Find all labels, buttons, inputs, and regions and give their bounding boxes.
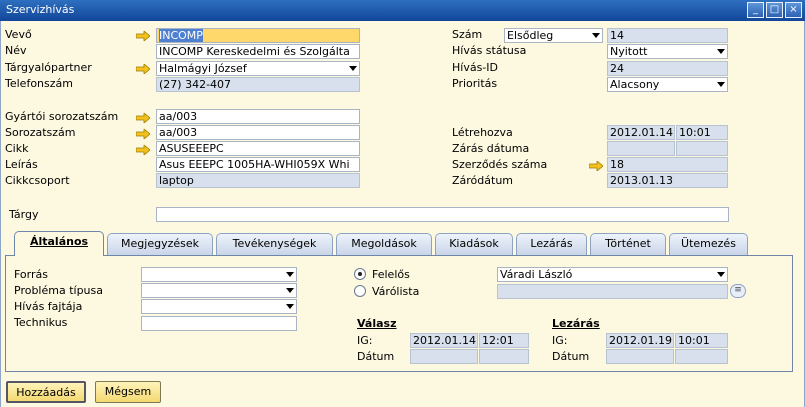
fajta-select[interactable] (141, 299, 297, 314)
szam-field[interactable]: 14 (607, 28, 728, 43)
link-arrow-icon[interactable] (136, 145, 150, 155)
targy-field[interactable] (156, 207, 729, 222)
sorozat-field[interactable]: aa/003 (156, 125, 360, 140)
list-icon[interactable]: ≡ (730, 284, 746, 298)
hivasid-label: Hívás-ID (452, 61, 498, 74)
telefon-label: Telefonszám (5, 77, 73, 90)
lezaras-ig-label: IG: (552, 334, 568, 347)
link-arrow-icon[interactable] (136, 64, 150, 74)
maximize-button[interactable]: □ (766, 2, 783, 18)
prioritas-select[interactable]: Alacsony (607, 77, 728, 92)
zaras-time[interactable] (676, 141, 728, 156)
szam-label: Szám (452, 28, 483, 41)
cikk-label: Cikk (5, 142, 29, 155)
statusz-label: Hívás státusa (452, 44, 527, 57)
chevron-down-icon (286, 288, 294, 293)
telefon-field[interactable]: (27) 342-407 (156, 77, 360, 92)
zaras-label: Zárás dátuma (452, 142, 530, 155)
link-arrow-icon[interactable] (589, 161, 603, 171)
nev-label: Név (5, 44, 27, 57)
chevron-down-icon (286, 272, 294, 277)
chevron-down-icon (592, 33, 600, 38)
gyartoi-field[interactable]: aa/003 (156, 109, 360, 124)
varolista-radio[interactable] (354, 285, 366, 297)
szerzodes-field[interactable]: 18 (607, 157, 728, 172)
chevron-down-icon (349, 66, 357, 71)
cancel-button[interactable]: Mégsem (95, 381, 161, 403)
vevo-field[interactable]: INCOMP (156, 28, 360, 43)
tab-megoldasok[interactable]: Megoldások (336, 233, 432, 255)
valasz-ig-time[interactable]: 12:01 (479, 333, 529, 348)
close-button[interactable]: × (785, 2, 802, 18)
tab-altalanos[interactable]: Általános (14, 231, 104, 256)
link-arrow-icon[interactable] (136, 129, 150, 139)
cikkcsoport-field[interactable]: laptop (156, 173, 360, 188)
forras-select[interactable] (141, 267, 297, 282)
chevron-down-icon (286, 304, 294, 309)
minimize-button[interactable]: _ (747, 2, 764, 18)
forras-label: Forrás (14, 268, 48, 281)
tab-utemezes[interactable]: Ütemezés (669, 233, 748, 255)
chevron-down-icon (717, 49, 725, 54)
tab-tevekenysegek[interactable]: Tevékenységek (216, 233, 333, 255)
lezaras-header: Lezárás (552, 317, 600, 330)
technikus-label: Technikus (14, 316, 68, 329)
add-button[interactable]: Hozzáadás (6, 381, 86, 403)
leiras-label: Leírás (5, 158, 38, 171)
hivasid-field[interactable]: 24 (607, 61, 728, 76)
tab-lezaras[interactable]: Lezárás (516, 233, 587, 255)
window-title: Szervizhívás (6, 3, 75, 16)
felelos-label: Felelős (372, 268, 410, 281)
zarodatum-label: Záródátum (452, 174, 514, 187)
cikkcsoport-label: Cikkcsoport (5, 174, 70, 187)
szam-series-select[interactable]: Elsődleg (504, 28, 603, 43)
letrehozva-time[interactable]: 10:01 (676, 125, 728, 140)
gyartoi-label: Gyártói sorozatszám (5, 110, 119, 123)
cikk-field[interactable]: ASUSEEEPC (156, 141, 360, 156)
vevo-label: Vevő (5, 28, 32, 41)
chevron-down-icon (717, 82, 725, 87)
tab-megjegyzesek[interactable]: Megjegyzések (107, 233, 213, 255)
valasz-ig-label: IG: (357, 334, 373, 347)
statusz-select[interactable]: Nyitott (607, 44, 728, 59)
lezaras-datum-time[interactable] (675, 349, 728, 364)
nev-field[interactable]: INCOMP Kereskedelmi és Szolgálta (156, 44, 360, 59)
szerzodes-label: Szerződés száma (452, 158, 548, 171)
felelos-radio[interactable] (354, 268, 366, 280)
link-arrow-icon[interactable] (136, 113, 150, 123)
lezaras-ig-time[interactable]: 10:01 (675, 333, 728, 348)
felelos-select[interactable]: Váradi László (497, 267, 728, 282)
letrehozva-date[interactable]: 2012.01.14 (607, 125, 675, 140)
leiras-field[interactable]: Asus EEEPC 1005HA-WHI059X Whi (156, 157, 360, 172)
tab-kiadasok[interactable]: Kiadások (435, 233, 513, 255)
problema-select[interactable] (141, 283, 297, 298)
problema-label: Probléma típusa (14, 284, 104, 297)
targyalo-select[interactable]: Halmágyi József (156, 61, 360, 76)
link-arrow-icon[interactable] (136, 31, 150, 41)
technikus-field[interactable] (141, 316, 297, 331)
targyalo-label: Tárgyalópartner (5, 61, 92, 74)
varolista-label: Várólista (372, 285, 420, 298)
title-bar: Szervizhívás _ □ × (0, 0, 805, 21)
lezaras-datum-date[interactable] (606, 349, 674, 364)
prioritas-label: Prioritás (452, 77, 498, 90)
tab-tortenet[interactable]: Történet (590, 233, 666, 255)
targy-label: Tárgy (9, 208, 39, 221)
valasz-datum-label: Dátum (357, 350, 395, 363)
chevron-down-icon (717, 272, 725, 277)
lezaras-ig-date[interactable]: 2012.01.19 (606, 333, 674, 348)
zarodatum-field[interactable]: 2013.01.13 (607, 173, 728, 188)
valasz-ig-date[interactable]: 2012.01.14 (410, 333, 478, 348)
valasz-header: Válasz (357, 317, 397, 330)
fajta-label: Hívás fajtája (14, 300, 83, 313)
zaras-date[interactable] (607, 141, 675, 156)
valasz-datum-time[interactable] (479, 349, 529, 364)
sorozat-label: Sorozatszám (5, 126, 76, 139)
varolista-field[interactable] (497, 284, 728, 299)
valasz-datum-date[interactable] (410, 349, 478, 364)
lezaras-datum-label: Dátum (552, 350, 590, 363)
letrehozva-label: Létrehozva (452, 126, 513, 139)
